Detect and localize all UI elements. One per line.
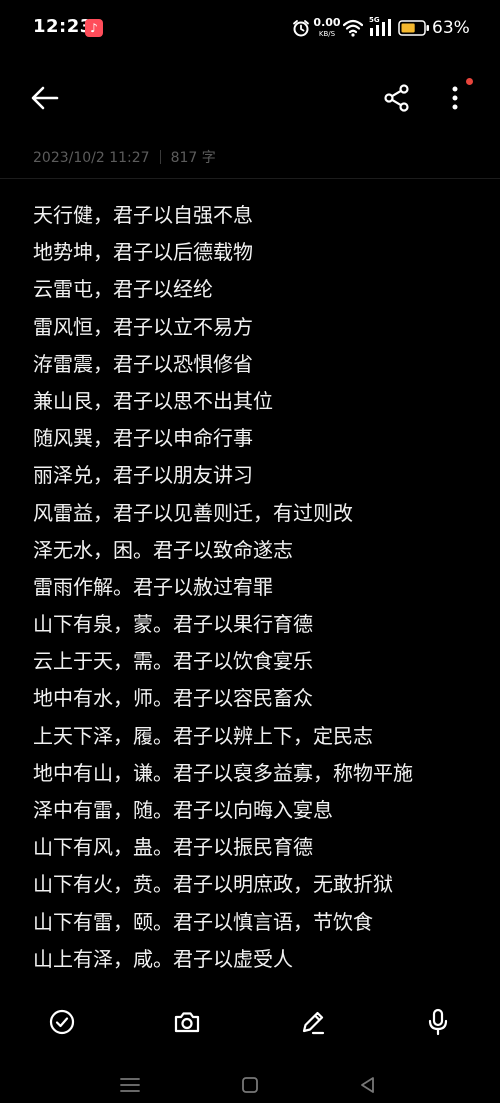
note-line[interactable]: 雷风恒，君子以立不易方 xyxy=(33,309,483,346)
note-line[interactable]: 地中有山，谦。君子以裒多益寡，称物平施 xyxy=(33,755,483,792)
nav-back-button[interactable] xyxy=(358,1075,378,1095)
signal-icon xyxy=(370,19,391,36)
pen-button[interactable] xyxy=(298,1007,328,1037)
note-line[interactable]: 地势坤，君子以后德载物 xyxy=(33,234,483,271)
music-app-icon: ♪ xyxy=(85,19,103,37)
note-date: 2023/10/2 11:27 xyxy=(33,150,150,166)
notification-dot xyxy=(466,78,473,85)
note-line[interactable]: 雷雨作解。君子以赦过宥罪 xyxy=(33,569,483,606)
more-options-button[interactable] xyxy=(445,84,465,112)
note-line[interactable]: 地中有水，师。君子以容民畜众 xyxy=(33,680,483,717)
note-line[interactable]: 泽中有雷，随。君子以向晦入宴息 xyxy=(33,792,483,829)
note-line[interactable]: 山下有火，贲。君子以明庶政，无敢折狱 xyxy=(33,866,483,903)
note-content[interactable]: 天行健，君子以自强不息 地势坤，君子以后德载物 云雷屯，君子以经纶 雷风恒，君子… xyxy=(33,197,483,978)
note-line[interactable]: 云上于天，需。君子以饮食宴乐 xyxy=(33,643,483,680)
checklist-button[interactable] xyxy=(47,1007,77,1037)
note-line[interactable]: 洊雷震，君子以恐惧修省 xyxy=(33,346,483,383)
battery-icon xyxy=(398,20,429,36)
nav-recents-button[interactable] xyxy=(119,1075,141,1095)
status-time: 12:23 xyxy=(33,16,93,37)
nav-home-button[interactable] xyxy=(240,1075,260,1095)
note-line[interactable]: 云雷屯，君子以经纶 xyxy=(33,271,483,308)
network-speed-value: 0.00 xyxy=(313,16,341,29)
note-line[interactable]: 上天下泽，履。君子以辨上下，定民志 xyxy=(33,718,483,755)
alarm-icon xyxy=(293,20,309,37)
note-line[interactable]: 山下有雷，颐。君子以慎言语，节饮食 xyxy=(33,904,483,941)
note-meta: 2023/10/2 11:27 817 字 xyxy=(33,147,216,167)
note-line[interactable]: 山下有泉，蒙。君子以果行育德 xyxy=(33,606,483,643)
note-line[interactable]: 山上有泽，咸。君子以虚受人 xyxy=(33,941,483,978)
note-line[interactable]: 兼山艮，君子以思不出其位 xyxy=(33,383,483,420)
battery-percent: 63% xyxy=(432,18,470,38)
network-speed: 0.00 KB/S xyxy=(312,16,342,39)
share-button[interactable] xyxy=(383,84,411,112)
wifi-icon xyxy=(343,19,363,37)
note-line[interactable]: 丽泽兑，君子以朋友讲习 xyxy=(33,457,483,494)
meta-separator xyxy=(159,150,161,164)
note-line[interactable]: 天行健，君子以自强不息 xyxy=(33,197,483,234)
note-line[interactable]: 风雷益，君子以见善则迁，有过则改 xyxy=(33,495,483,532)
network-speed-unit: KB/S xyxy=(318,30,336,38)
header-divider xyxy=(0,178,500,179)
camera-button[interactable] xyxy=(172,1007,202,1037)
note-line[interactable]: 山下有风，蛊。君子以振民育德 xyxy=(33,829,483,866)
note-line[interactable]: 随风巽，君子以申命行事 xyxy=(33,420,483,457)
note-line[interactable]: 泽无水，困。君子以致命遂志 xyxy=(33,532,483,569)
status-bar: 12:23 ♪ 0.00 KB/S 5G 63% xyxy=(0,0,500,58)
back-button[interactable] xyxy=(30,84,60,112)
word-count: 817 字 xyxy=(170,150,216,166)
microphone-button[interactable] xyxy=(423,1007,453,1037)
